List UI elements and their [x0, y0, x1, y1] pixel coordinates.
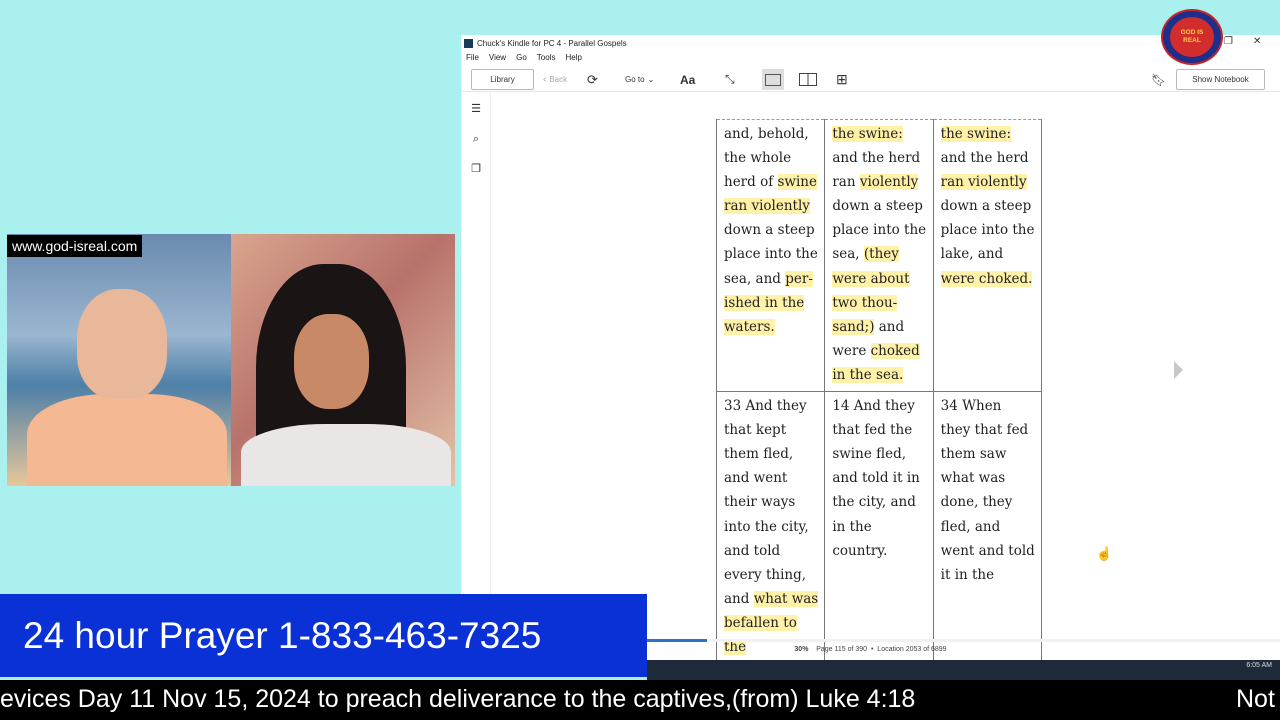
taskbar-clock: 6:05 AM: [1246, 662, 1272, 669]
webcam-video: [7, 234, 455, 486]
hand-cursor-icon: ☝: [1096, 546, 1113, 561]
ticker-text: evices Day 11 Nov 15, 2024 to preach del…: [0, 685, 916, 713]
verse-text: 33 And they that kept them fled, and wen…: [724, 398, 809, 607]
window-title: Chuck's Kindle for PC 4 - Parallel Gospe…: [477, 38, 627, 48]
maximize-button[interactable]: ❐: [1224, 36, 1233, 47]
font-settings-button[interactable]: Aa: [680, 69, 695, 90]
two-page-icon: [799, 73, 817, 86]
verse-text: and the herd: [940, 150, 1029, 167]
verse-text: 14 And they that fed the swine fled, and…: [832, 398, 920, 559]
sidebar-rail: ☰ ⌕ ❐: [461, 93, 491, 660]
presenter-man-head: [77, 289, 167, 399]
table-of-contents-icon[interactable]: ☰: [470, 103, 482, 115]
chevron-left-icon: ‹: [543, 74, 547, 85]
back-button[interactable]: ‹ Back: [543, 69, 567, 90]
flashcards-icon[interactable]: ❐: [470, 163, 482, 175]
verse-cell[interactable]: and, behold, the whole herd of swine ran…: [715, 118, 826, 393]
video-left-panel: [7, 234, 231, 486]
windows-taskbar: 6:05 AM: [647, 660, 1280, 680]
highlighted-text: the swine:: [832, 126, 903, 142]
title-bar: Chuck's Kindle for PC 4 - Parallel Gospe…: [461, 35, 1280, 51]
ministry-logo: GOD IS REAL: [1161, 9, 1223, 65]
menu-help[interactable]: Help: [560, 51, 586, 65]
menu-tools[interactable]: Tools: [532, 51, 561, 65]
parallel-gospels-table: and, behold, the whole herd of swine ran…: [715, 118, 1043, 665]
goto-menu[interactable]: Go to ⌄: [625, 69, 654, 90]
back-label: Back: [549, 75, 568, 84]
show-notebook-label: Show Notebook: [1192, 75, 1249, 84]
chevron-down-icon: ⌄: [647, 75, 655, 84]
highlighted-text: ran violently: [940, 174, 1027, 191]
highlighted-text: the swine:: [940, 126, 1012, 142]
kindle-window: Chuck's Kindle for PC 4 - Parallel Gospe…: [461, 35, 1280, 665]
presenter-woman-body: [241, 424, 451, 486]
status-page: Page 115 of 390: [816, 646, 868, 653]
next-page-arrow-icon[interactable]: [1174, 361, 1183, 379]
scrolling-ticker: evices Day 11 Nov 15, 2024 to preach del…: [0, 680, 1280, 720]
menu-bar: File View Go Tools Help: [461, 51, 587, 65]
table-row: and, behold, the whole herd of swine ran…: [715, 118, 1043, 393]
status-percent: 30%: [794, 646, 809, 653]
single-page-icon: [765, 73, 781, 86]
logo-text: GOD IS REAL: [1180, 29, 1204, 44]
grid-view-icon[interactable]: ⊞: [836, 69, 848, 90]
reader-toolbar: Library ‹ Back ⟳ Go to ⌄ Aa ⤡ ⊞ 🔖︎ Show …: [461, 67, 1280, 92]
library-button[interactable]: Library: [471, 69, 534, 90]
menu-go[interactable]: Go: [511, 51, 532, 65]
single-column-view-button[interactable]: [762, 69, 784, 90]
library-label: Library: [490, 75, 515, 84]
status-location: Location 2053 of 6899: [877, 646, 947, 653]
bookmark-icon[interactable]: 🔖︎: [1151, 69, 1166, 90]
menu-view[interactable]: View: [484, 51, 511, 65]
website-label: www.god-isreal.com: [7, 235, 143, 257]
close-button[interactable]: ✕: [1253, 36, 1261, 47]
highlighted-text: violently: [859, 174, 919, 191]
ticker-next-text: Not: [1236, 685, 1275, 713]
presenter-man-body: [27, 394, 227, 486]
logo-emblem: GOD IS REAL: [1170, 17, 1214, 57]
prayer-line-banner: 24 hour Prayer 1-833-463-7325: [0, 594, 647, 677]
verse-cell[interactable]: 33 And they that kept them fled, and wen…: [715, 391, 826, 665]
verse-cell[interactable]: 14 And they that fed the swine fled, and…: [824, 391, 934, 665]
show-notebook-button[interactable]: Show Notebook: [1176, 69, 1265, 90]
verse-text: 34 When they that fed them saw what was …: [940, 398, 1035, 583]
menu-file[interactable]: File: [461, 51, 484, 65]
font-settings-label: Aa: [680, 72, 696, 87]
kindle-app-icon: [464, 38, 473, 48]
table-row: 33 And they that kept them fled, and wen…: [715, 391, 1043, 665]
two-column-view-button[interactable]: [799, 69, 817, 90]
highlighted-text: were choked.: [940, 270, 1033, 287]
verse-cell[interactable]: the swine: and the herd ran violently do…: [932, 118, 1043, 393]
goto-label: Go to: [625, 75, 645, 84]
search-icon[interactable]: ⌕: [470, 133, 482, 145]
verse-cell[interactable]: 34 When they that fed them saw what was …: [932, 391, 1043, 665]
sync-icon[interactable]: ⟳: [587, 69, 598, 90]
presenter-woman-face: [294, 314, 369, 409]
fullscreen-icon[interactable]: ⤡: [725, 69, 735, 90]
verse-cell[interactable]: the swine: and the herd ran violently do…: [824, 118, 934, 393]
video-right-panel: [231, 234, 455, 486]
verse-text: down a steep place into the lake, and: [940, 198, 1035, 263]
